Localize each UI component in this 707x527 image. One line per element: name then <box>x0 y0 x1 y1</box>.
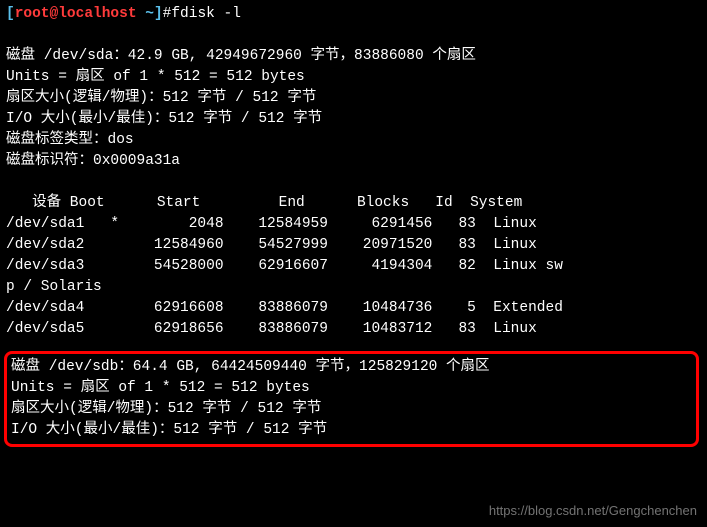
disk-sda-io-size-line: I/O 大小(最小/最佳)：512 字节 / 512 字节 <box>6 109 701 130</box>
prompt-user-host: root@localhost <box>15 6 137 22</box>
disk-sdb-units-line: Units = 扇区 of 1 * 512 = 512 bytes <box>11 378 692 399</box>
highlight-box-sdb: 磁盘 /dev/sdb：64.4 GB, 64424509440 字节，1258… <box>4 351 699 447</box>
disk-sda-identifier-line: 磁盘标识符：0x0009a31a <box>6 151 701 172</box>
prompt-open-bracket: [ <box>6 6 15 22</box>
prompt-close-bracket: ] <box>154 6 163 22</box>
partition-row-sda5: /dev/sda5 62918656 83886079 10483712 83 … <box>6 319 701 340</box>
prompt-path: ~ <box>145 6 154 22</box>
partition-row-sda3: /dev/sda3 54528000 62916607 4194304 82 L… <box>6 256 701 277</box>
blank-line <box>6 172 701 193</box>
watermark-text: https://blog.csdn.net/Gengchenchen <box>489 502 697 521</box>
partition-table-header: 设备 Boot Start End Blocks Id System <box>6 193 701 214</box>
disk-sda-sector-size-line: 扇区大小(逻辑/物理)：512 字节 / 512 字节 <box>6 88 701 109</box>
partition-row-sda3-wrap: p / Solaris <box>6 277 701 298</box>
prompt-space <box>137 6 146 22</box>
partition-row-sda4: /dev/sda4 62916608 83886079 10484736 5 E… <box>6 298 701 319</box>
disk-sda-info-line: 磁盘 /dev/sda：42.9 GB, 42949672960 字节，8388… <box>6 46 701 67</box>
command-text: fdisk -l <box>171 6 241 22</box>
blank-line <box>6 25 701 46</box>
disk-sdb-io-size-line: I/O 大小(最小/最佳)：512 字节 / 512 字节 <box>11 420 692 441</box>
disk-sdb-sector-size-line: 扇区大小(逻辑/物理)：512 字节 / 512 字节 <box>11 399 692 420</box>
shell-prompt[interactable]: [root@localhost ~]#fdisk -l <box>6 4 701 25</box>
disk-sda-units-line: Units = 扇区 of 1 * 512 = 512 bytes <box>6 67 701 88</box>
disk-sdb-info-line: 磁盘 /dev/sdb：64.4 GB, 64424509440 字节，1258… <box>11 357 692 378</box>
partition-row-sda1: /dev/sda1 * 2048 12584959 6291456 83 Lin… <box>6 214 701 235</box>
disk-sda-label-type-line: 磁盘标签类型：dos <box>6 130 701 151</box>
blank-line <box>6 340 701 349</box>
partition-row-sda2: /dev/sda2 12584960 54527999 20971520 83 … <box>6 235 701 256</box>
